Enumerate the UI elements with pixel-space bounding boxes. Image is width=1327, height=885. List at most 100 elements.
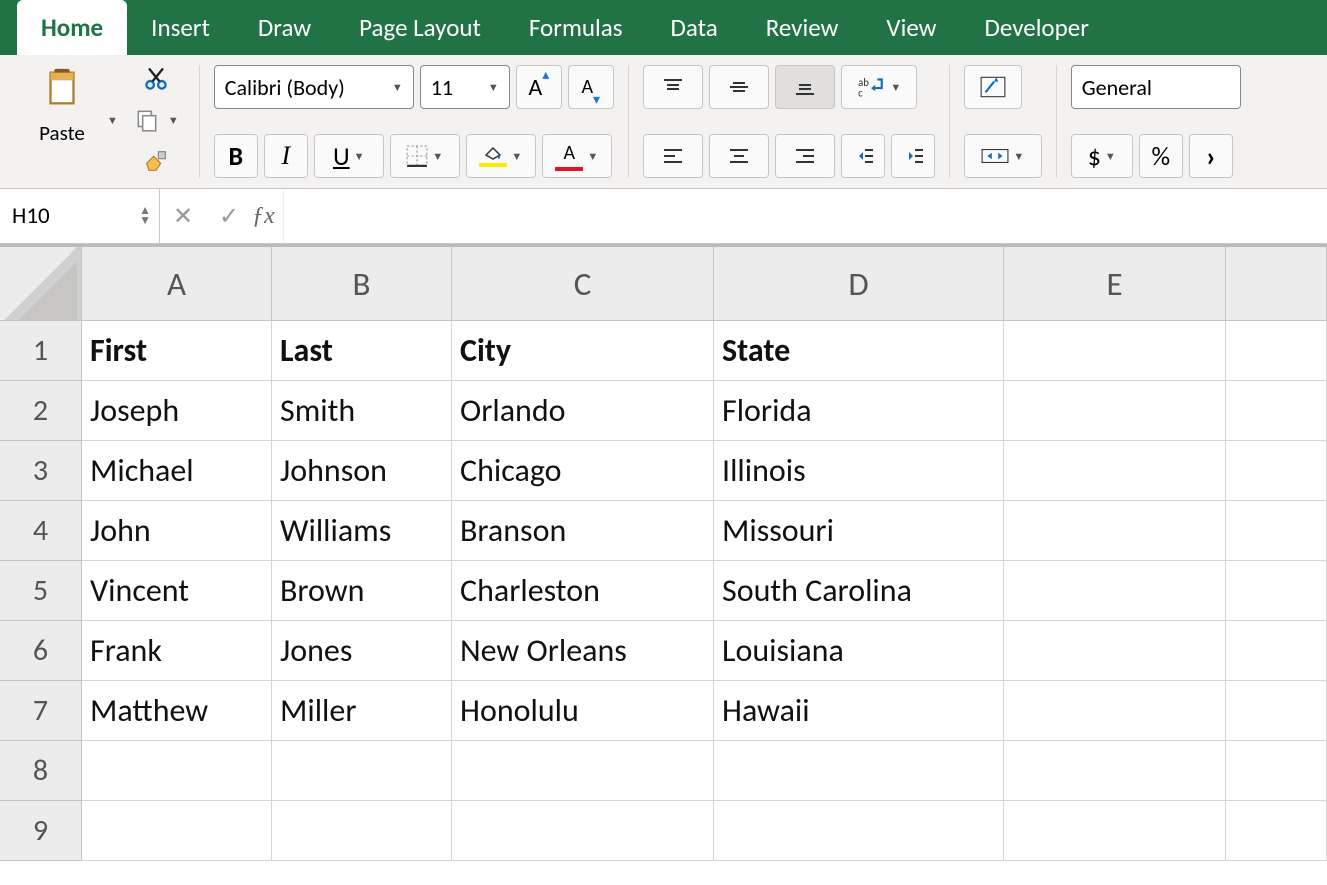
select-all-corner[interactable]	[0, 247, 82, 321]
clipboard-icon[interactable]	[39, 65, 85, 116]
currency-button[interactable]: $▼	[1071, 134, 1133, 178]
cell-E6[interactable]	[1004, 621, 1226, 681]
cell-B6[interactable]: Jones	[272, 621, 452, 681]
tab-formulas[interactable]: Formulas	[505, 0, 647, 55]
cell-F4[interactable]	[1226, 501, 1327, 561]
paste-button[interactable]: Paste	[39, 120, 85, 146]
cell-C1[interactable]: City	[452, 321, 714, 381]
cell-F7[interactable]	[1226, 681, 1327, 741]
cell-B1[interactable]: Last	[272, 321, 452, 381]
align-bottom-button[interactable]	[775, 65, 835, 109]
cell-D7[interactable]: Hawaii	[714, 681, 1004, 741]
cell-D9[interactable]	[714, 801, 1004, 861]
cell-F1[interactable]	[1226, 321, 1327, 381]
cell-F9[interactable]	[1226, 801, 1327, 861]
col-header-B[interactable]: B	[272, 247, 452, 321]
cell-B5[interactable]: Brown	[272, 561, 452, 621]
tab-review[interactable]: Review	[742, 0, 863, 55]
row-header-8[interactable]: 8	[0, 741, 82, 801]
row-header-7[interactable]: 7	[0, 681, 82, 741]
fill-color-button[interactable]: ▼	[466, 134, 536, 178]
row-header-1[interactable]: 1	[0, 321, 82, 381]
decrease-font-size-button[interactable]: A▾	[568, 65, 614, 109]
name-box-down[interactable]: ▼	[139, 216, 151, 226]
cell-D1[interactable]: State	[714, 321, 1004, 381]
col-header-A[interactable]: A	[82, 247, 272, 321]
cut-icon[interactable]	[142, 65, 170, 93]
cell-C3[interactable]: Chicago	[452, 441, 714, 501]
col-header-D[interactable]: D	[714, 247, 1004, 321]
font-size-dropdown[interactable]: 11 ▼	[420, 65, 510, 109]
cell-B3[interactable]: Johnson	[272, 441, 452, 501]
fx-icon[interactable]: ƒx	[252, 203, 275, 230]
cell-C5[interactable]: Charleston	[452, 561, 714, 621]
cell-D3[interactable]: Illinois	[714, 441, 1004, 501]
tab-page-layout[interactable]: Page Layout	[335, 0, 505, 55]
align-top-button[interactable]	[643, 65, 703, 109]
tab-insert[interactable]: Insert	[127, 0, 234, 55]
wrap-text-button[interactable]: abc ▼	[841, 65, 917, 109]
cell-F2[interactable]	[1226, 381, 1327, 441]
row-header-2[interactable]: 2	[0, 381, 82, 441]
cell-A1[interactable]: First	[82, 321, 272, 381]
merge-center-button[interactable]: ▼	[964, 134, 1042, 178]
cell-B4[interactable]: Williams	[272, 501, 452, 561]
cell-A9[interactable]	[82, 801, 272, 861]
cell-E4[interactable]	[1004, 501, 1226, 561]
row-header-3[interactable]: 3	[0, 441, 82, 501]
borders-button[interactable]: ▼	[390, 134, 460, 178]
cell-A7[interactable]: Matthew	[82, 681, 272, 741]
col-header-C[interactable]: C	[452, 247, 714, 321]
cell-E9[interactable]	[1004, 801, 1226, 861]
cell-A2[interactable]: Joseph	[82, 381, 272, 441]
comma-style-button[interactable]: ›	[1189, 134, 1233, 178]
align-left-button[interactable]	[643, 134, 703, 178]
copy-dropdown[interactable]: ▼	[168, 114, 179, 127]
cell-D4[interactable]: Missouri	[714, 501, 1004, 561]
format-painter-icon[interactable]	[142, 147, 170, 175]
cell-F8[interactable]	[1226, 741, 1327, 801]
cell-D8[interactable]	[714, 741, 1004, 801]
cell-A6[interactable]: Frank	[82, 621, 272, 681]
cell-C6[interactable]: New Orleans	[452, 621, 714, 681]
cell-C8[interactable]	[452, 741, 714, 801]
tab-draw[interactable]: Draw	[234, 0, 335, 55]
cell-E8[interactable]	[1004, 741, 1226, 801]
cell-F3[interactable]	[1226, 441, 1327, 501]
formula-input[interactable]	[283, 189, 1327, 243]
cell-A5[interactable]: Vincent	[82, 561, 272, 621]
cell-D2[interactable]: Florida	[714, 381, 1004, 441]
enter-formula-button[interactable]: ✓	[206, 202, 252, 231]
cell-B2[interactable]: Smith	[272, 381, 452, 441]
font-color-button[interactable]: A ▼	[542, 134, 612, 178]
col-header-E[interactable]: E	[1004, 247, 1226, 321]
cell-B7[interactable]: Miller	[272, 681, 452, 741]
paste-dropdown[interactable]: ▼	[107, 114, 118, 127]
row-header-9[interactable]: 9	[0, 801, 82, 861]
cell-A8[interactable]	[82, 741, 272, 801]
cell-F5[interactable]	[1226, 561, 1327, 621]
align-center-button[interactable]	[709, 134, 769, 178]
cell-C4[interactable]: Branson	[452, 501, 714, 561]
cancel-formula-button[interactable]: ✕	[160, 202, 206, 231]
cell-A4[interactable]: John	[82, 501, 272, 561]
italic-button[interactable]: I	[264, 134, 308, 178]
cell-E5[interactable]	[1004, 561, 1226, 621]
orientation-button[interactable]	[964, 65, 1022, 109]
cell-C2[interactable]: Orlando	[452, 381, 714, 441]
increase-font-size-button[interactable]: A▴	[516, 65, 562, 109]
tab-data[interactable]: Data	[647, 0, 742, 55]
cell-B9[interactable]	[272, 801, 452, 861]
row-header-4[interactable]: 4	[0, 501, 82, 561]
cell-F6[interactable]	[1226, 621, 1327, 681]
number-format-dropdown[interactable]: General	[1071, 65, 1241, 109]
cell-D5[interactable]: South Carolina	[714, 561, 1004, 621]
row-header-6[interactable]: 6	[0, 621, 82, 681]
align-right-button[interactable]	[775, 134, 835, 178]
tab-home[interactable]: Home	[17, 0, 127, 55]
underline-button[interactable]: U▼	[314, 134, 384, 178]
cell-E3[interactable]	[1004, 441, 1226, 501]
cell-B8[interactable]	[272, 741, 452, 801]
cell-D6[interactable]: Louisiana	[714, 621, 1004, 681]
tab-developer[interactable]: Developer	[961, 0, 1113, 55]
